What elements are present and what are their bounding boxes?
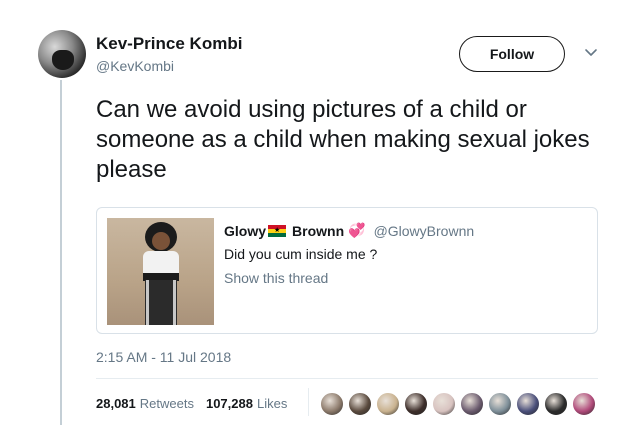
quoted-author-name-suffix[interactable]: Brownn <box>292 223 344 239</box>
likes-label: Likes <box>256 396 288 411</box>
thread-line <box>60 80 62 425</box>
liker-avatars <box>320 392 600 416</box>
tweet-timestamp[interactable]: 2:15 AM - 11 Jul 2018 <box>96 349 231 365</box>
author-avatar[interactable] <box>38 30 86 78</box>
liker-avatar[interactable] <box>376 392 400 416</box>
retweets-stat[interactable]: 28,081 Retweets <box>96 396 194 411</box>
liker-avatar[interactable] <box>348 392 372 416</box>
divider <box>96 378 598 379</box>
stats-separator <box>308 388 309 416</box>
likes-count: 107,288 <box>205 396 253 411</box>
quoted-author-handle[interactable]: @GlowyBrownn <box>374 223 475 239</box>
liker-avatar[interactable] <box>404 392 428 416</box>
liker-avatar[interactable] <box>488 392 512 416</box>
likes-stat[interactable]: 107,288 Likes <box>206 396 287 411</box>
quoted-tweet-text: Did you cum inside me ? <box>224 246 378 262</box>
author-block: Kev-Prince Kombi @KevKombi <box>96 34 242 74</box>
sparkling-heart-icon: 💞 <box>348 222 366 238</box>
follow-button[interactable]: Follow <box>459 36 565 72</box>
liker-avatar[interactable] <box>516 392 540 416</box>
retweets-label: Retweets <box>139 396 194 411</box>
liker-avatar[interactable] <box>460 392 484 416</box>
show-thread-link[interactable]: Show this thread <box>224 270 328 286</box>
quoted-tweet[interactable]: Glowy ★ Brownn 💞 @GlowyBrownn Did you cu… <box>96 207 598 334</box>
liker-avatar[interactable] <box>432 392 456 416</box>
retweets-count: 28,081 <box>96 396 136 411</box>
author-handle[interactable]: @KevKombi <box>96 58 242 74</box>
quoted-tweet-header: Glowy ★ Brownn 💞 @GlowyBrownn <box>224 222 474 239</box>
ghana-flag-icon: ★ <box>268 224 287 237</box>
tweet-stats: 28,081 Retweets 107,288 Likes <box>96 396 299 411</box>
liker-avatar[interactable] <box>544 392 568 416</box>
author-name[interactable]: Kev-Prince Kombi <box>96 34 242 54</box>
liker-avatar[interactable] <box>320 392 344 416</box>
quoted-author-name[interactable]: Glowy <box>224 223 266 239</box>
liker-avatar[interactable] <box>572 392 596 416</box>
quoted-tweet-image[interactable] <box>107 218 214 325</box>
chevron-down-icon[interactable] <box>583 44 599 60</box>
tweet-text: Can we avoid using pictures of a child o… <box>96 96 590 183</box>
